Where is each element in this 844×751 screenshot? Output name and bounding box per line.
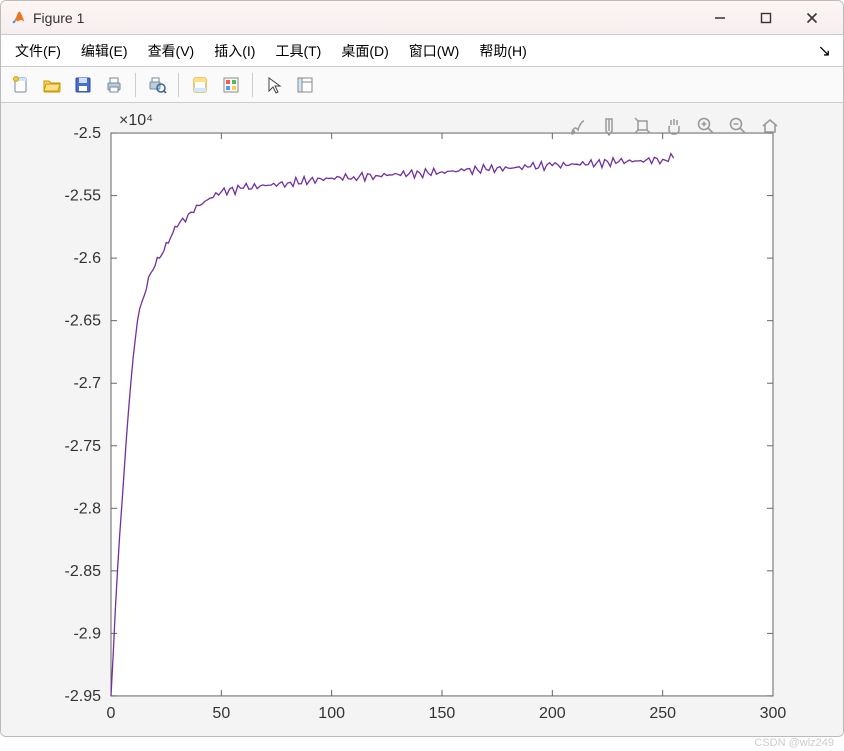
x-tick-label: 150 xyxy=(429,705,456,722)
print-preview-button[interactable] xyxy=(143,71,171,99)
x-tick-label: 0 xyxy=(107,705,116,722)
x-tick-label: 200 xyxy=(539,705,566,722)
zoom-out-icon[interactable] xyxy=(725,113,751,139)
menubar: 文件(F) 编辑(E) 查看(V) 插入(I) 工具(T) 桌面(D) 窗口(W… xyxy=(1,35,843,67)
x-tick-label: 250 xyxy=(649,705,676,722)
y-tick-label: -2.6 xyxy=(73,250,101,267)
menu-desktop[interactable]: 桌面(D) xyxy=(333,38,396,64)
minimize-button[interactable] xyxy=(697,3,743,33)
y-tick-label: -2.75 xyxy=(65,438,102,455)
colorbar-button[interactable] xyxy=(217,71,245,99)
rotate-3d-icon[interactable] xyxy=(629,113,655,139)
menu-insert[interactable]: 插入(I) xyxy=(206,38,263,64)
brush-icon[interactable] xyxy=(565,113,591,139)
pan-icon[interactable] xyxy=(661,113,687,139)
toolbar xyxy=(1,67,843,103)
y-tick-label: -2.55 xyxy=(65,188,102,205)
menu-help[interactable]: 帮助(H) xyxy=(471,38,534,64)
window-title: Figure 1 xyxy=(33,10,84,26)
figure-window: Figure 1 文件(F) 编辑(E) 查看(V) 插入(I) 工具(T) 桌… xyxy=(0,0,844,737)
print-button[interactable] xyxy=(100,71,128,99)
axes-box xyxy=(111,133,773,696)
y-tick-label: -2.7 xyxy=(73,375,101,392)
cursor-button[interactable] xyxy=(260,71,288,99)
menu-dropdown-arrow-icon[interactable]: ↘ xyxy=(812,41,837,61)
menu-window[interactable]: 窗口(W) xyxy=(401,38,468,64)
y-tick-label: -2.8 xyxy=(73,500,101,517)
x-tick-label: 300 xyxy=(760,705,787,722)
matlab-logo-icon xyxy=(9,9,27,27)
watermark: CSDN @wlz249 xyxy=(754,737,834,749)
menu-edit[interactable]: 编辑(E) xyxy=(73,38,136,64)
maximize-button[interactable] xyxy=(743,3,789,33)
save-button[interactable] xyxy=(69,71,97,99)
datatip-icon[interactable] xyxy=(597,113,623,139)
new-file-button[interactable] xyxy=(7,71,35,99)
y-exponent-label: ×10⁴ xyxy=(119,112,153,129)
open-button[interactable] xyxy=(38,71,66,99)
menu-tools[interactable]: 工具(T) xyxy=(267,38,329,64)
y-tick-label: -2.95 xyxy=(65,688,102,705)
x-tick-label: 100 xyxy=(318,705,345,722)
inspector-button[interactable] xyxy=(291,71,319,99)
line-chart[interactable]: 0 50 100 150 200 250 300 -2.95 -2.9 -2.85 -2.8 -2.7… xyxy=(1,103,843,736)
y-tick-label: -2.65 xyxy=(65,313,102,330)
axes-container: 0 50 100 150 200 250 300 -2.95 -2.9 -2.85 -2.8 -2.7… xyxy=(1,103,843,736)
y-tick-label: -2.85 xyxy=(65,563,102,580)
y-tick-label: -2.9 xyxy=(73,625,101,642)
link-button[interactable] xyxy=(186,71,214,99)
titlebar: Figure 1 xyxy=(1,1,843,35)
menu-view[interactable]: 查看(V) xyxy=(140,38,203,64)
x-tick-label: 50 xyxy=(212,705,230,722)
y-tick-label: -2.5 xyxy=(73,125,101,142)
menu-file[interactable]: 文件(F) xyxy=(7,38,69,64)
close-button[interactable] xyxy=(789,3,835,33)
zoom-in-icon[interactable] xyxy=(693,113,719,139)
axes-toolbar xyxy=(565,113,783,139)
home-icon[interactable] xyxy=(757,113,783,139)
